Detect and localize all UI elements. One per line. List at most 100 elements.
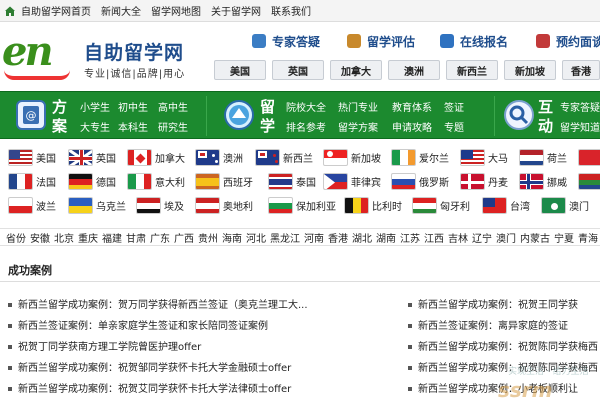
country-philippines[interactable]: 菲律宾 (323, 171, 381, 191)
link-primary[interactable]: 小学生 (80, 99, 110, 114)
tab-hongkong[interactable]: 香港 (562, 60, 600, 80)
province-link[interactable]: 江苏 (400, 230, 420, 245)
province-link[interactable]: 海南 (222, 230, 242, 245)
province-link[interactable]: 北京 (54, 230, 74, 245)
province-link[interactable]: 河南 (304, 230, 324, 245)
country-austria[interactable]: 奥地利 (195, 195, 253, 215)
quick-link-apply-online[interactable]: 在线报名 (440, 32, 508, 50)
flag-nz-icon (255, 148, 280, 166)
country-thailand[interactable]: 泰国 (268, 171, 316, 191)
country-singapore[interactable]: 新加坡 (323, 147, 381, 167)
province-link[interactable]: 重庆 (78, 230, 98, 245)
country-italy[interactable]: 意大利 (127, 171, 185, 191)
province-link[interactable]: 安徽 (30, 230, 50, 245)
tab-uk[interactable]: 英国 (272, 60, 324, 80)
province-link[interactable]: 澳门 (496, 230, 516, 245)
province-link[interactable]: 广西 (174, 230, 194, 245)
country-russia[interactable]: 俄罗斯 (391, 171, 449, 191)
link-expert-answers[interactable]: 专家答疑 (560, 99, 600, 114)
case-link[interactable]: 新西兰签证案例：单亲家庭学生签证和家长陪同签证案例 (8, 317, 368, 332)
link-guides[interactable]: 申请攻略 (392, 119, 432, 134)
country-netherlands[interactable]: 荷兰 (519, 147, 567, 167)
country-new-zealand[interactable]: 新西兰 (255, 147, 313, 167)
home-icon[interactable] (4, 5, 16, 17)
link-study-knowledge[interactable]: 留学知道 (560, 119, 600, 134)
province-link[interactable]: 辽宁 (472, 230, 492, 245)
province-link[interactable]: 广东 (150, 230, 170, 245)
country-australia[interactable]: 澳洲 (195, 147, 243, 167)
province-link[interactable]: 黑龙江 (270, 230, 300, 245)
link-high-school[interactable]: 高中生 (158, 99, 188, 114)
country-hungary[interactable]: 匈牙利 (412, 195, 470, 215)
country-germany[interactable]: 德国 (68, 171, 116, 191)
country-denmark[interactable]: 丹麦 (460, 171, 508, 191)
flag-fr-icon (8, 172, 33, 190)
province-link[interactable]: 湖北 (352, 230, 372, 245)
case-link[interactable]: 新西兰留学成功案例：贺万同学获得新西兰签证（奥克兰理工大... (8, 296, 368, 311)
country-extra-flag[interactable] (578, 171, 600, 191)
nav-link-contact[interactable]: 联系我们 (271, 3, 311, 18)
link-schools[interactable]: 院校大全 (286, 99, 326, 114)
tab-new-zealand[interactable]: 新西兰 (446, 60, 498, 80)
site-logo[interactable]: en 自助留学网 专业|诚信|品牌|用心 (2, 26, 202, 84)
monitor-icon (440, 34, 454, 48)
nav-link-about[interactable]: 关于留学网 (211, 3, 261, 18)
country-hongkong-flag[interactable] (578, 147, 600, 167)
page-root: 自助留学网首页 新闻大全 留学网地图 关于留学网 联系我们 en 自助留学网 专… (0, 0, 600, 407)
country-bulgaria[interactable]: 保加利亚 (268, 195, 336, 215)
nav-link-news[interactable]: 新闻大全 (101, 3, 141, 18)
province-link[interactable]: 江西 (424, 230, 444, 245)
link-visa[interactable]: 签证 (444, 99, 464, 114)
case-link[interactable]: 新西兰留学成功案例：祝贺王同学获 (408, 296, 600, 311)
tab-usa[interactable]: 美国 (214, 60, 266, 80)
country-norway[interactable]: 挪威 (519, 171, 567, 191)
country-egypt[interactable]: 埃及 (136, 195, 184, 215)
country-belgium[interactable]: 比利时 (344, 195, 402, 215)
province-link[interactable]: 湖南 (376, 230, 396, 245)
tab-singapore[interactable]: 新加坡 (504, 60, 556, 80)
nav-link-sitemap[interactable]: 留学网地图 (151, 3, 201, 18)
province-link[interactable]: 青海 (578, 230, 598, 245)
link-topics[interactable]: 专题 (444, 119, 464, 134)
province-link[interactable]: 吉林 (448, 230, 468, 245)
country-malaysia[interactable]: 大马 (460, 147, 508, 167)
country-poland[interactable]: 波兰 (8, 195, 56, 215)
flag-ca-icon (127, 148, 152, 166)
country-canada[interactable]: 加拿大 (127, 147, 185, 167)
quick-link-assessment[interactable]: 留学评估 (347, 32, 415, 50)
country-macau[interactable]: 澳门 (541, 195, 589, 215)
case-link[interactable]: 新西兰签证案例：离异家庭的签证 (408, 317, 600, 332)
country-usa[interactable]: 美国 (8, 147, 56, 167)
link-middle-school[interactable]: 初中生 (118, 99, 148, 114)
nav-link-home[interactable]: 自助留学网首页 (21, 3, 91, 18)
quick-link-expert-qa[interactable]: 专家答疑 (252, 32, 320, 50)
case-link[interactable]: 新西兰留学成功案例：祝贺陈同学获梅西 (408, 338, 600, 353)
quick-link-appointment[interactable]: 预约面谈 (536, 32, 600, 50)
province-link[interactable]: 宁夏 (554, 230, 574, 245)
link-undergrad[interactable]: 本科生 (118, 119, 148, 134)
province-link[interactable]: 香港 (328, 230, 348, 245)
link-rankings[interactable]: 排名参考 (286, 119, 326, 134)
link-majors[interactable]: 热门专业 (338, 99, 378, 114)
case-link[interactable]: 新西兰留学成功案例：祝贺艾同学获怀卡托大学法律硕士offer (8, 380, 368, 395)
province-link[interactable]: 内蒙古 (520, 230, 550, 245)
province-link[interactable]: 河北 (246, 230, 266, 245)
link-edu-system[interactable]: 教育体系 (392, 99, 432, 114)
case-link[interactable]: 新西兰留学成功案例：祝贺邹同学获怀卡托大学金融硕士offer (8, 359, 368, 374)
country-ireland[interactable]: 爱尔兰 (391, 147, 449, 167)
province-link[interactable]: 贵州 (198, 230, 218, 245)
bullet-icon (8, 324, 12, 328)
country-taiwan[interactable]: 台湾 (482, 195, 530, 215)
link-study-plans[interactable]: 留学方案 (338, 119, 378, 134)
tab-canada[interactable]: 加拿大 (330, 60, 382, 80)
country-uk[interactable]: 英国 (68, 147, 116, 167)
province-link[interactable]: 福建 (102, 230, 122, 245)
case-link[interactable]: 祝贺丁同学获南方理工学院曾医护理offer (8, 338, 368, 353)
country-ukraine[interactable]: 乌克兰 (68, 195, 126, 215)
link-college[interactable]: 大专生 (80, 119, 110, 134)
tab-australia[interactable]: 澳洲 (388, 60, 440, 80)
link-graduate[interactable]: 研究生 (158, 119, 188, 134)
country-france[interactable]: 法国 (8, 171, 56, 191)
province-link[interactable]: 甘肃 (126, 230, 146, 245)
country-spain[interactable]: 西班牙 (195, 171, 253, 191)
